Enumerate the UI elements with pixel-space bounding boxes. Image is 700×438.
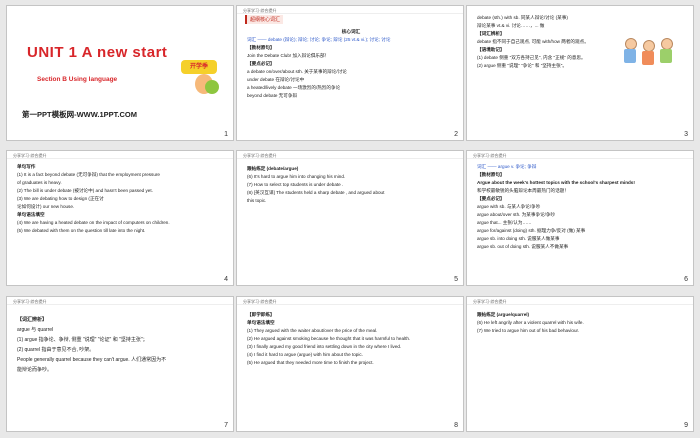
slide-thumbnail-6[interactable]: 分享学习·综合提升 词汇 —— argue v. 争论; 争辩 【教材原句】 A… (466, 150, 694, 286)
slide-line: 【词汇辨析】 (17, 317, 48, 323)
slide-line: under debate 在辩论/讨论中 (247, 77, 305, 82)
slide-thumbnail-2[interactable]: 分享学习·综合提升 超纲核心词汇 核心词汇 词汇 —— debate (辩论);… (236, 5, 464, 141)
slide-line: Join the Debate Club! 加入辩论俱乐部！ (247, 53, 330, 58)
slide-line: 【教材原句】 (247, 45, 275, 50)
slide-line: argue for/against (doing) sth. 据理力争/反对 (… (477, 228, 586, 233)
slide-number: 8 (454, 422, 458, 429)
keyword-row: 词汇 —— debate (辩论); 辩论; 讨论; 争论; 辩论 (25 vt… (247, 37, 391, 42)
slide-number: 6 (684, 276, 688, 283)
slide-number: 2 (454, 131, 458, 138)
slide-line: (1) It is a fact beyond debate (无可争辩) th… (17, 172, 160, 177)
slide-line: argue with sb. 与某人争论/争吵 (477, 204, 541, 209)
slide-line: (3) We are debating how to design (正在讨 (17, 196, 104, 201)
slide-line: (4) We are having a heated debate on the… (17, 220, 170, 225)
section-title: 核心词汇 (341, 29, 361, 34)
slide-number: 5 (454, 276, 458, 283)
slide-line: 单句语法填空 (247, 320, 275, 325)
slide-line: this topic. (247, 198, 267, 203)
slide-header: 分享学习·综合提升 (7, 297, 233, 305)
slide-number: 1 (224, 131, 228, 138)
slide-line: a debate on/over/about sth. 关于某事的辩论/讨论 (247, 69, 347, 74)
slide-line: 论如何设计) our new house. (17, 204, 75, 209)
slide-line: beyond debate 无可争辩 (247, 93, 298, 98)
site-caption: 第一PPT模板网-WWW.1PPT.COM (22, 110, 137, 119)
slide-line: 【要点必记】 (477, 196, 505, 201)
slide-line: 【教材原句】 (477, 172, 505, 177)
slide-line: (3) I finally argued my good friend into… (247, 344, 402, 349)
slide-header: 分享学习·综合提升 (237, 151, 463, 159)
slide-header: 分享学习·综合提升 (7, 151, 233, 159)
slide-line: (2) The bill is under debate (被讨论中) and … (17, 188, 153, 193)
slide-thumbnail-7[interactable]: 分享学习·综合提升 【词汇辨析】 argue 与 quarrel (1) arg… (6, 296, 234, 432)
slide-line: (1) argue 指争论、争辩, 侧重 "说理" "论证" 和 "坚持主张"； (17, 337, 148, 343)
slide-line: argue 与 quarrel (17, 327, 54, 333)
slide-subtitle: Section B Using language (37, 76, 118, 83)
slide-line: 【要点必记】 (247, 61, 275, 66)
slide-line: argue about/over sth. 为某事争论/争吵 (477, 212, 556, 217)
slide-line: 词汇 —— argue v. 争论; 争辩 (477, 164, 537, 169)
slide-line: Argue about the week's hottest topics wi… (477, 180, 635, 185)
slide-line: (7) We tried to argue him out of his bad… (477, 328, 580, 333)
slide-thumbnail-4[interactable]: 分享学习·综合提升 单句写作 (1) It is a fact beyond d… (6, 150, 234, 286)
slide-line: debate (sth.) with sb. 同某人辩论/讨论 (某事) (477, 15, 568, 20)
slide-thumbnail-9[interactable]: 分享学习·综合提升 跟帖练定 (argue/quarrel) (6) He le… (466, 296, 694, 432)
section-tag: 超纲核心词汇 (245, 15, 284, 24)
slide-thumbnail-3[interactable]: debate (sth.) with sb. 同某人辩论/讨论 (某事) 辩论某… (466, 5, 694, 141)
slide-header: 分享学习·综合提升 (237, 297, 463, 305)
slide-line: argue sb. into doing sth. 说服某人做某事 (477, 236, 560, 241)
slide-line: 【词汇辨析】 (477, 31, 505, 36)
slide-thumbnail-8[interactable]: 分享学习·综合提升 【即学即练】 单句语法填空 (1) They argued … (236, 296, 464, 432)
slide-line: (1) They argued with the waiter about/ov… (247, 328, 378, 333)
slide-line: 单句语法填空 (17, 212, 45, 217)
slide-thumbnail-1[interactable]: UNIT 1 A new start Section B Using langu… (6, 5, 234, 141)
slide-line: (6) It's hard to argue him into changing… (247, 174, 346, 179)
slide-line: 和学校最敏锐的头脑辩论本周最热门的话题！ (477, 188, 569, 193)
slide-line: 辩论某事 vt.& vi. 讨论……，... 做 (477, 23, 545, 28)
slide-line: 【即学即练】 (247, 312, 275, 317)
slide-line: (8) [英汉互译] The students held a sharp deb… (247, 190, 385, 195)
slide-number: 3 (684, 131, 688, 138)
slide-line: argue sb. out of doing sth. 说服某人不做某事 (477, 244, 569, 249)
slide-line: of graduates is heavy. (17, 180, 62, 185)
slide-line: argue that... 主张/认为…… (477, 220, 532, 225)
slide-line: (5) He argued that they needed more time… (247, 360, 374, 365)
slide-header: 分享学习·综合提升 (237, 6, 463, 14)
slide-title: UNIT 1 A new start (27, 44, 168, 61)
slide-line: (7) How to select top students is under … (247, 182, 344, 187)
slide-line: (2) He argued against smoking because he… (247, 336, 411, 341)
slide-line: (2) quarrel 指由于意见不合, 吵架。 (17, 347, 95, 353)
slide-thumbnail-5[interactable]: 分享学习·综合提升 跟帖练定 (debate/argue) (6) It's h… (236, 150, 464, 286)
slide-line: 跟帖练定 (debate/argue) (247, 166, 299, 171)
slide-line: (5) We debated with them on the question… (17, 228, 146, 233)
slide-header: 分享学习·综合提升 (467, 151, 693, 159)
students-illustration (621, 38, 681, 74)
slide-number: 9 (684, 422, 688, 429)
slide-line: (4) I find it hard to argue (argue) with… (247, 352, 363, 357)
school-badge-image: 开学季 (181, 50, 223, 96)
slide-header: 分享学习·综合提升 (467, 297, 693, 305)
slide-line: 跟帖练定 (argue/quarrel) (477, 312, 530, 317)
slide-line: 能辩论而争吵。 (17, 367, 53, 373)
slide-line: a heated/lively debate 一场激烈的/热烈的争论 (247, 85, 341, 90)
slide-line: 单句写作 (17, 164, 36, 169)
badge-label: 开学季 (181, 60, 217, 74)
slide-number: 7 (224, 422, 228, 429)
slide-line: (6) He left angrily after a violent quar… (477, 320, 584, 325)
slide-line: People generally quarrel because they ca… (17, 357, 167, 363)
slide-number: 4 (224, 276, 228, 283)
